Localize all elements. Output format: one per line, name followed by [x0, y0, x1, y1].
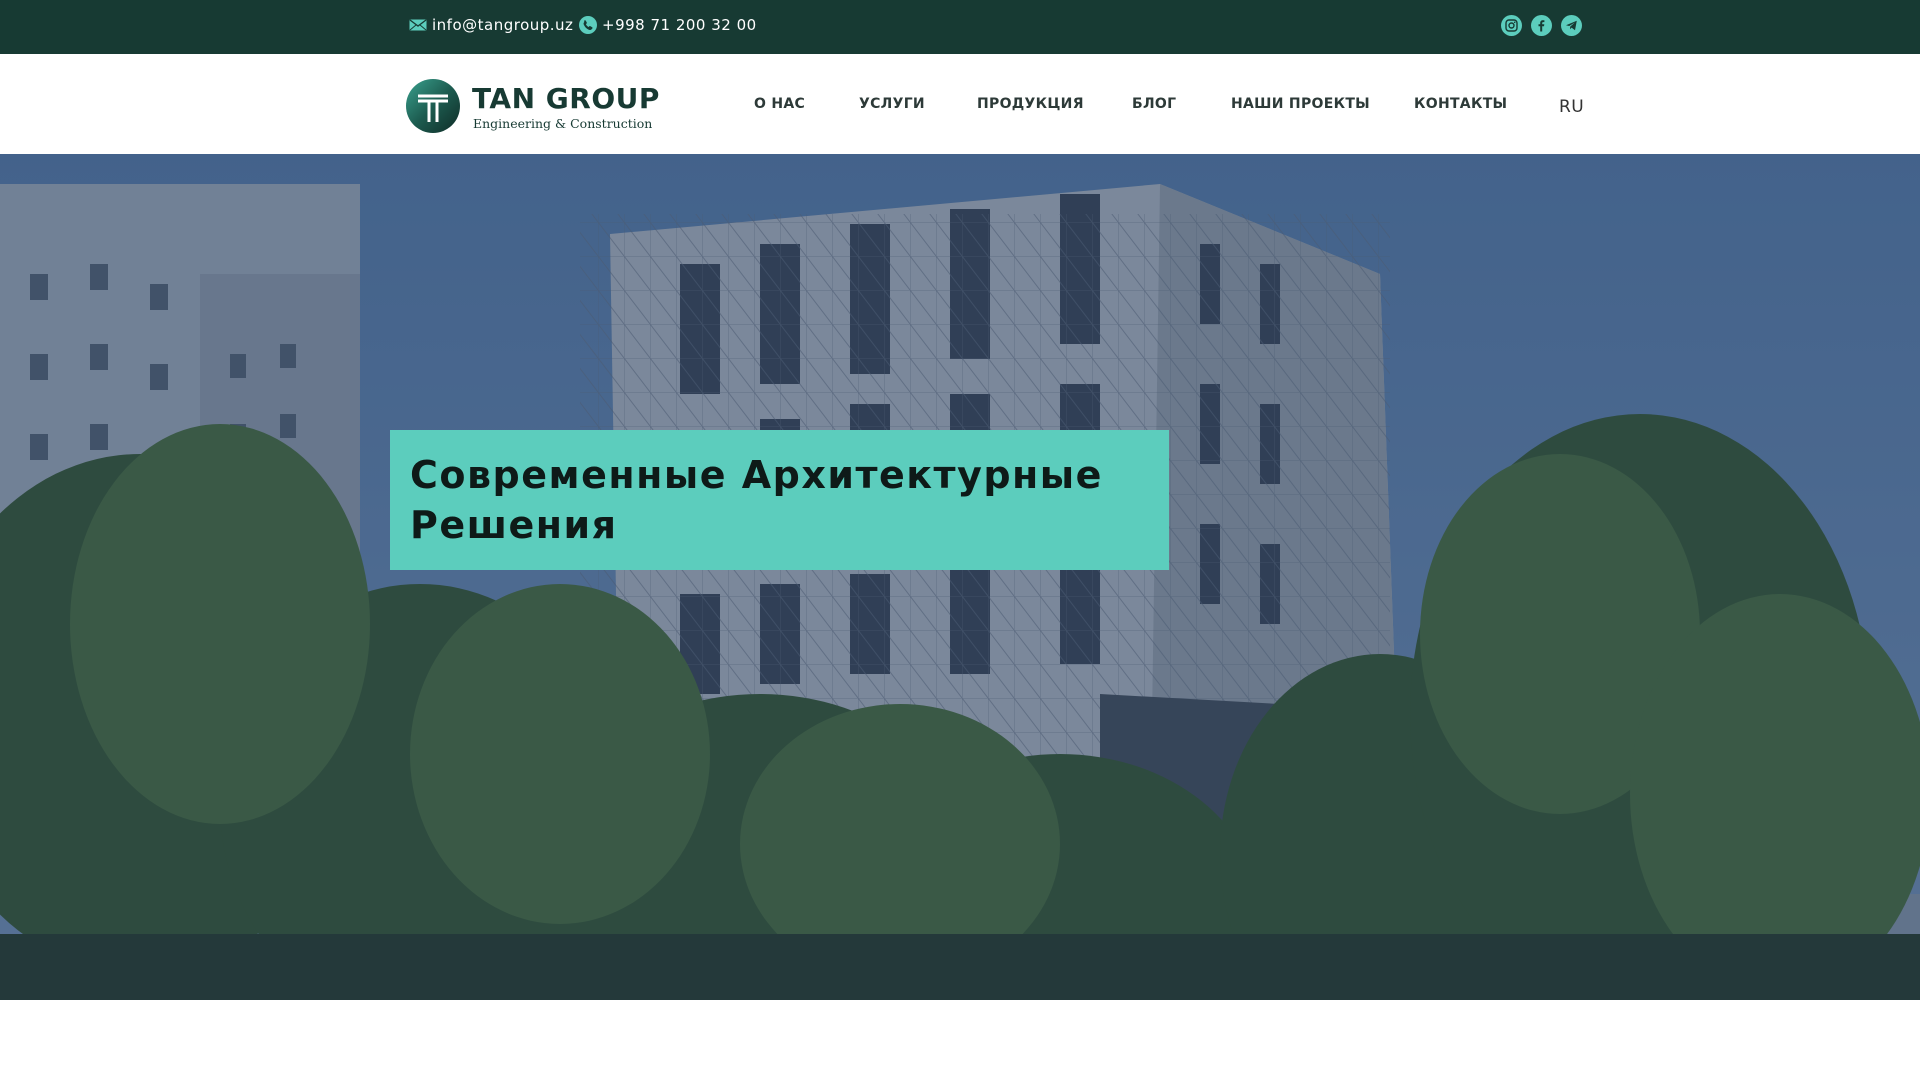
hero-section: Современные Архитектурные Решения	[0, 154, 1920, 1000]
nav-item-products[interactable]: ПРОДУКЦИЯ	[977, 96, 1084, 112]
nav-item-about[interactable]: О НАС	[754, 96, 805, 112]
phone-icon	[579, 16, 597, 34]
facebook-link[interactable]	[1531, 15, 1552, 36]
main-header: TAN GROUP Engineering & Construction О Н…	[0, 54, 1920, 154]
social-links	[1501, 15, 1582, 36]
nav-item-contacts[interactable]: КОНТАКТЫ	[1414, 96, 1507, 112]
top-bar: info@tangroup.uz +998 71 200 32 00	[0, 0, 1920, 54]
logo-t-icon	[406, 79, 460, 133]
logo-name: TAN GROUP	[472, 82, 660, 115]
logo-tagline: Engineering & Construction	[473, 116, 653, 131]
instagram-link[interactable]	[1501, 15, 1522, 36]
telegram-icon	[1566, 20, 1577, 31]
instagram-icon	[1505, 19, 1518, 32]
nav-item-services[interactable]: УСЛУГИ	[859, 96, 925, 112]
telegram-link[interactable]	[1561, 15, 1582, 36]
nav-item-blog[interactable]: БЛОГ	[1132, 96, 1176, 112]
site-logo[interactable]: TAN GROUP Engineering & Construction	[405, 78, 659, 134]
phone-text: +998 71 200 32 00	[602, 16, 757, 34]
hero-overlay	[0, 154, 1920, 1000]
facebook-icon	[1538, 20, 1545, 32]
hero-title-line-2: Решения	[410, 503, 618, 547]
language-switcher[interactable]: RU	[1559, 97, 1584, 117]
phone-link[interactable]: +998 71 200 32 00	[579, 0, 757, 50]
mail-icon	[409, 19, 427, 31]
email-link[interactable]: info@tangroup.uz	[409, 0, 573, 50]
hero-title-box: Современные Архитектурные Решения	[390, 430, 1169, 570]
hero-title: Современные Архитектурные Решения	[410, 450, 1149, 550]
email-text: info@tangroup.uz	[432, 16, 574, 34]
nav-item-projects[interactable]: НАШИ ПРОЕКТЫ	[1231, 96, 1370, 112]
hero-title-line-1: Современные Архитектурные	[410, 453, 1103, 497]
